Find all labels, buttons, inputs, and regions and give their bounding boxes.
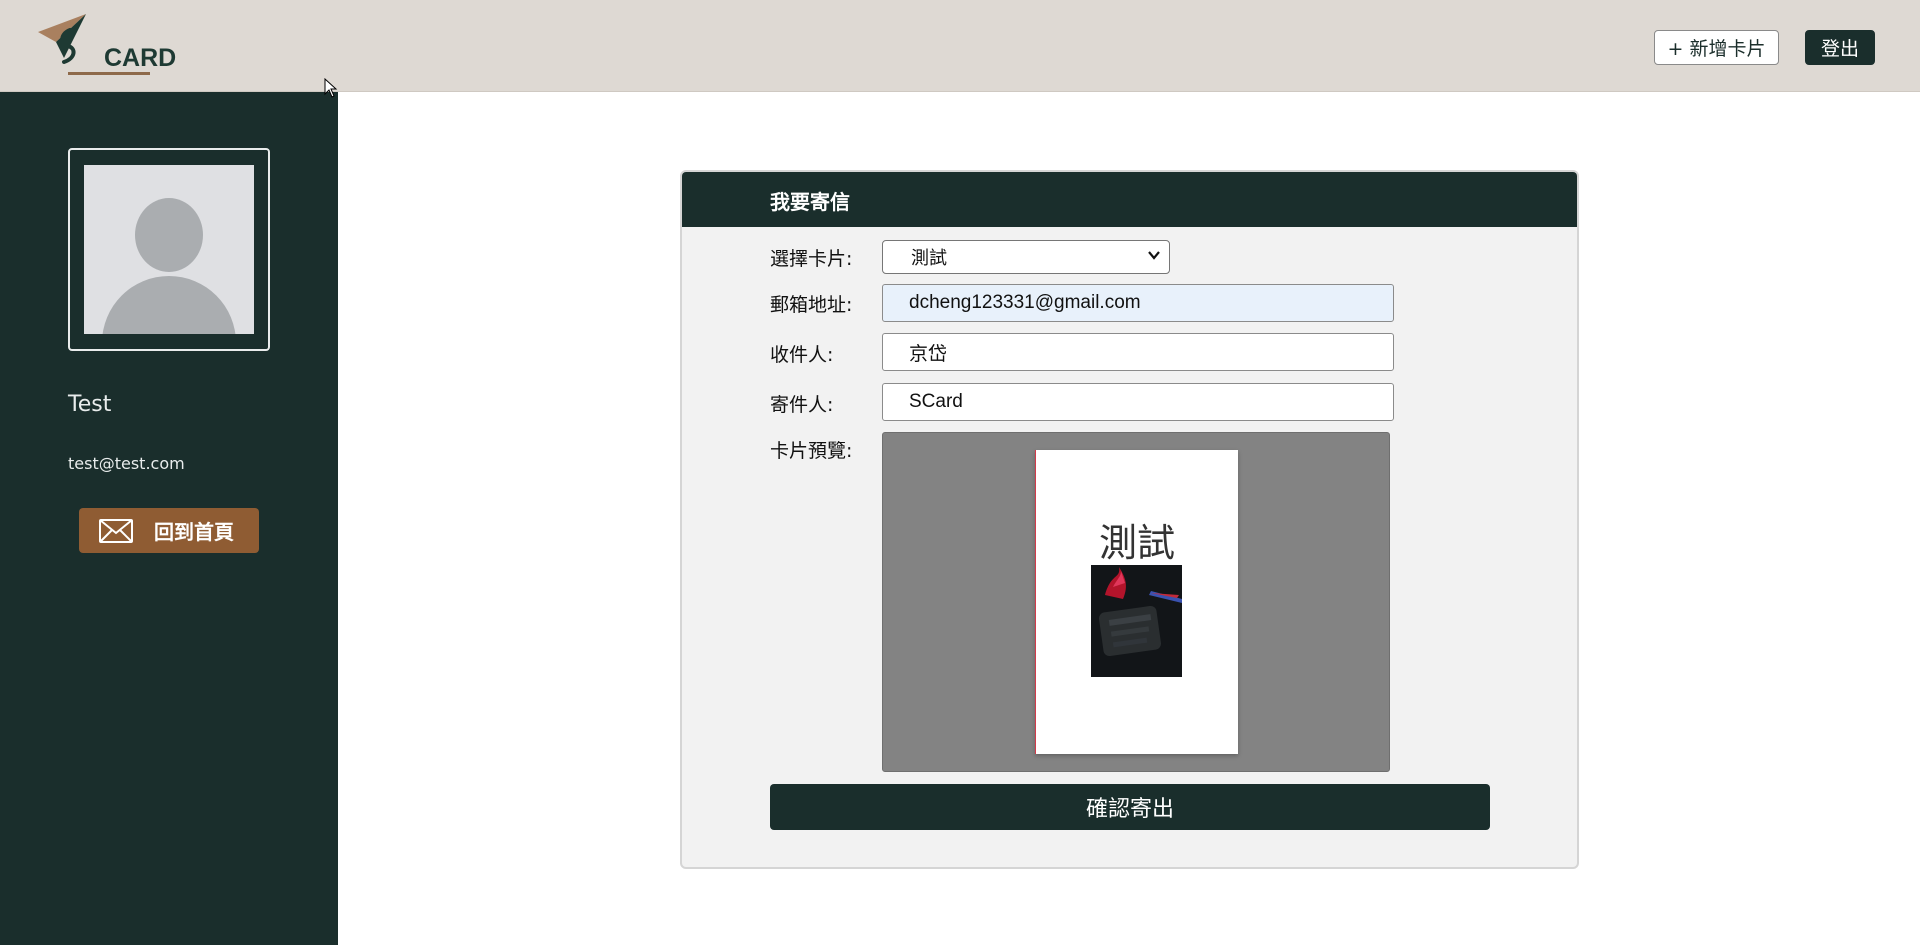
sender-label: 寄件人: (770, 394, 834, 416)
avatar-head-shape (135, 198, 203, 272)
avatar-body-shape (102, 276, 236, 334)
card-preview-area: 測試 (882, 432, 1390, 772)
avatar-placeholder (84, 165, 254, 334)
home-button[interactable]: 回到首頁 (79, 508, 259, 553)
home-button-label: 回到首頁 (154, 520, 234, 544)
recipient-label: 收件人: (770, 344, 834, 366)
user-email: test@test.com (68, 454, 185, 473)
add-card-button[interactable]: + 新增卡片 (1654, 30, 1779, 65)
card-preview: 測試 (1035, 450, 1238, 754)
sidebar: Test test@test.com 回到首頁 (0, 92, 338, 945)
email-field[interactable]: dcheng123331@gmail.com (882, 284, 1394, 322)
mail-icon (99, 518, 133, 543)
email-label: 郵箱地址: (770, 294, 853, 316)
confirm-send-button[interactable]: 確認寄出 (770, 784, 1490, 830)
user-name: Test (68, 392, 112, 417)
preview-label: 卡片預覽: (770, 440, 853, 462)
card-select[interactable]: 測試 (882, 240, 1170, 274)
card-preview-title: 測試 (1098, 521, 1175, 565)
card-preview-image (1091, 565, 1182, 677)
panel-header: 我要寄信 (682, 172, 1577, 227)
recipient-field-value: 京岱 (909, 343, 948, 365)
scard-logo[interactable]: CARD (38, 14, 176, 76)
panel-title: 我要寄信 (770, 190, 850, 214)
logo-underline (68, 72, 150, 75)
sender-field[interactable]: SCard (882, 383, 1394, 421)
card-photo-image (1091, 565, 1182, 677)
avatar (68, 148, 270, 351)
mouse-cursor-icon (324, 78, 338, 98)
recipient-field[interactable]: 京岱 (882, 333, 1394, 371)
top-header: CARD + 新增卡片 登出 (0, 0, 1920, 92)
select-card-label: 選擇卡片: (770, 248, 853, 270)
sender-field-value: SCard (909, 391, 963, 412)
chevron-down-icon (1148, 251, 1160, 260)
logout-button[interactable]: 登出 (1805, 30, 1875, 65)
send-mail-panel: 我要寄信 選擇卡片: 測試 郵箱地址: dcheng123331@gmail.c… (680, 170, 1579, 869)
logo-text: CARD (104, 44, 177, 72)
email-field-value: dcheng123331@gmail.com (909, 292, 1141, 313)
card-select-value: 測試 (911, 248, 947, 269)
